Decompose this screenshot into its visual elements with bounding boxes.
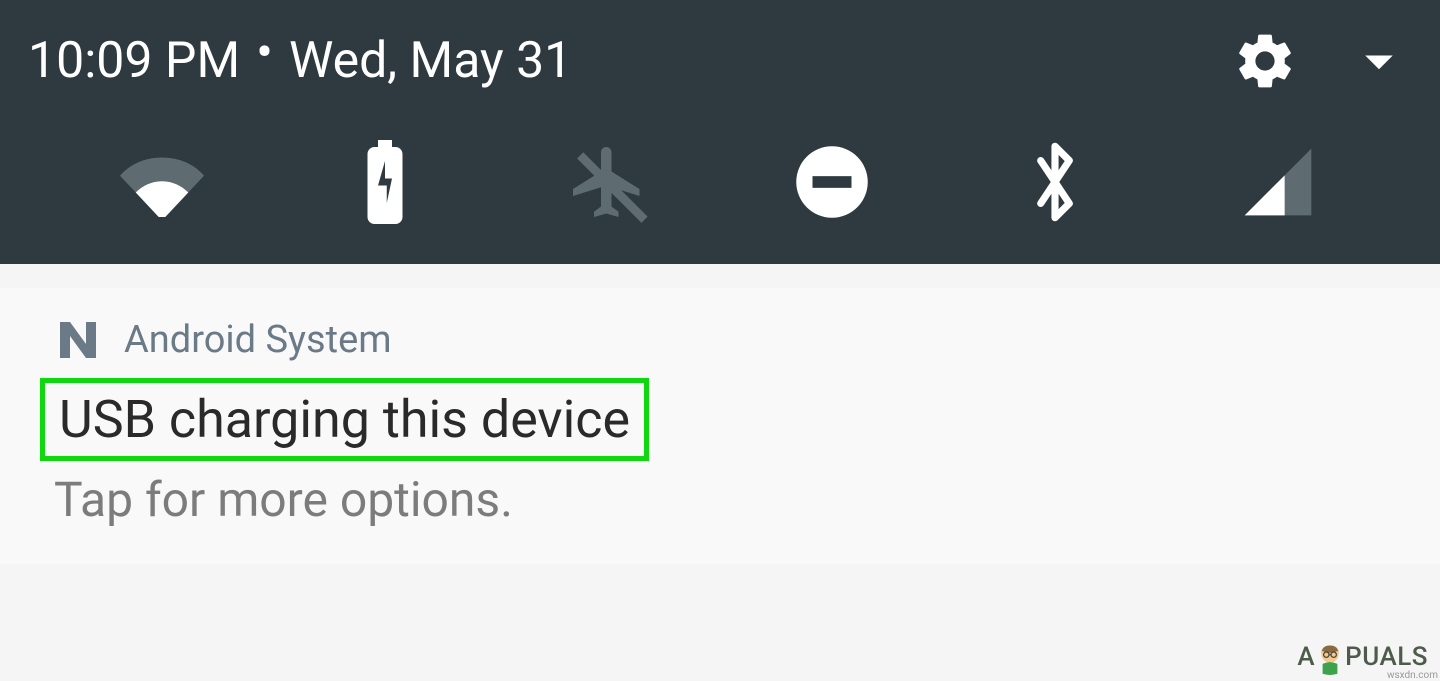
cellular-toggle[interactable]	[1228, 142, 1328, 222]
cellular-signal-icon	[1238, 142, 1318, 222]
wifi-icon	[117, 147, 207, 217]
watermark-text-a: A	[1297, 642, 1315, 672]
airplane-toggle[interactable]	[558, 142, 658, 222]
watermark-text-puals: PUALS	[1345, 642, 1428, 672]
do-not-disturb-icon	[793, 143, 871, 221]
notification-shade: 10:09 PM • Wed, May 31	[0, 0, 1440, 264]
shade-header: 10:09 PM • Wed, May 31	[0, 0, 1440, 114]
android-n-icon	[54, 316, 102, 364]
settings-icon[interactable]	[1232, 28, 1298, 94]
source-watermark: wsxdn.com	[1387, 670, 1438, 681]
notification-app-name: Android System	[124, 318, 392, 362]
expand-icon[interactable]	[1346, 28, 1412, 94]
quick-settings-row	[0, 114, 1440, 264]
header-actions	[1232, 28, 1412, 94]
status-date: Wed, May 31	[289, 32, 572, 90]
dnd-toggle[interactable]	[782, 142, 882, 222]
usb-notification[interactable]: Android System USB charging this device …	[0, 288, 1440, 564]
notification-app-row: Android System	[54, 316, 1386, 364]
notification-title: USB charging this device	[59, 389, 630, 450]
notification-area: Android System USB charging this device …	[0, 264, 1440, 564]
watermark-avatar-icon	[1315, 643, 1345, 675]
status-time: 10:09 PM	[28, 32, 240, 90]
notification-title-highlight: USB charging this device	[40, 378, 649, 461]
bluetooth-toggle[interactable]	[1005, 142, 1105, 222]
wifi-toggle[interactable]	[112, 142, 212, 222]
battery-toggle[interactable]	[335, 142, 435, 222]
site-watermark: A PUALS	[1297, 641, 1428, 673]
battery-charging-icon	[359, 140, 411, 224]
notification-subtitle: Tap for more options.	[54, 471, 1386, 528]
bluetooth-icon	[1030, 139, 1080, 225]
time-date: 10:09 PM • Wed, May 31	[28, 32, 572, 90]
airplane-mode-icon	[566, 140, 650, 224]
